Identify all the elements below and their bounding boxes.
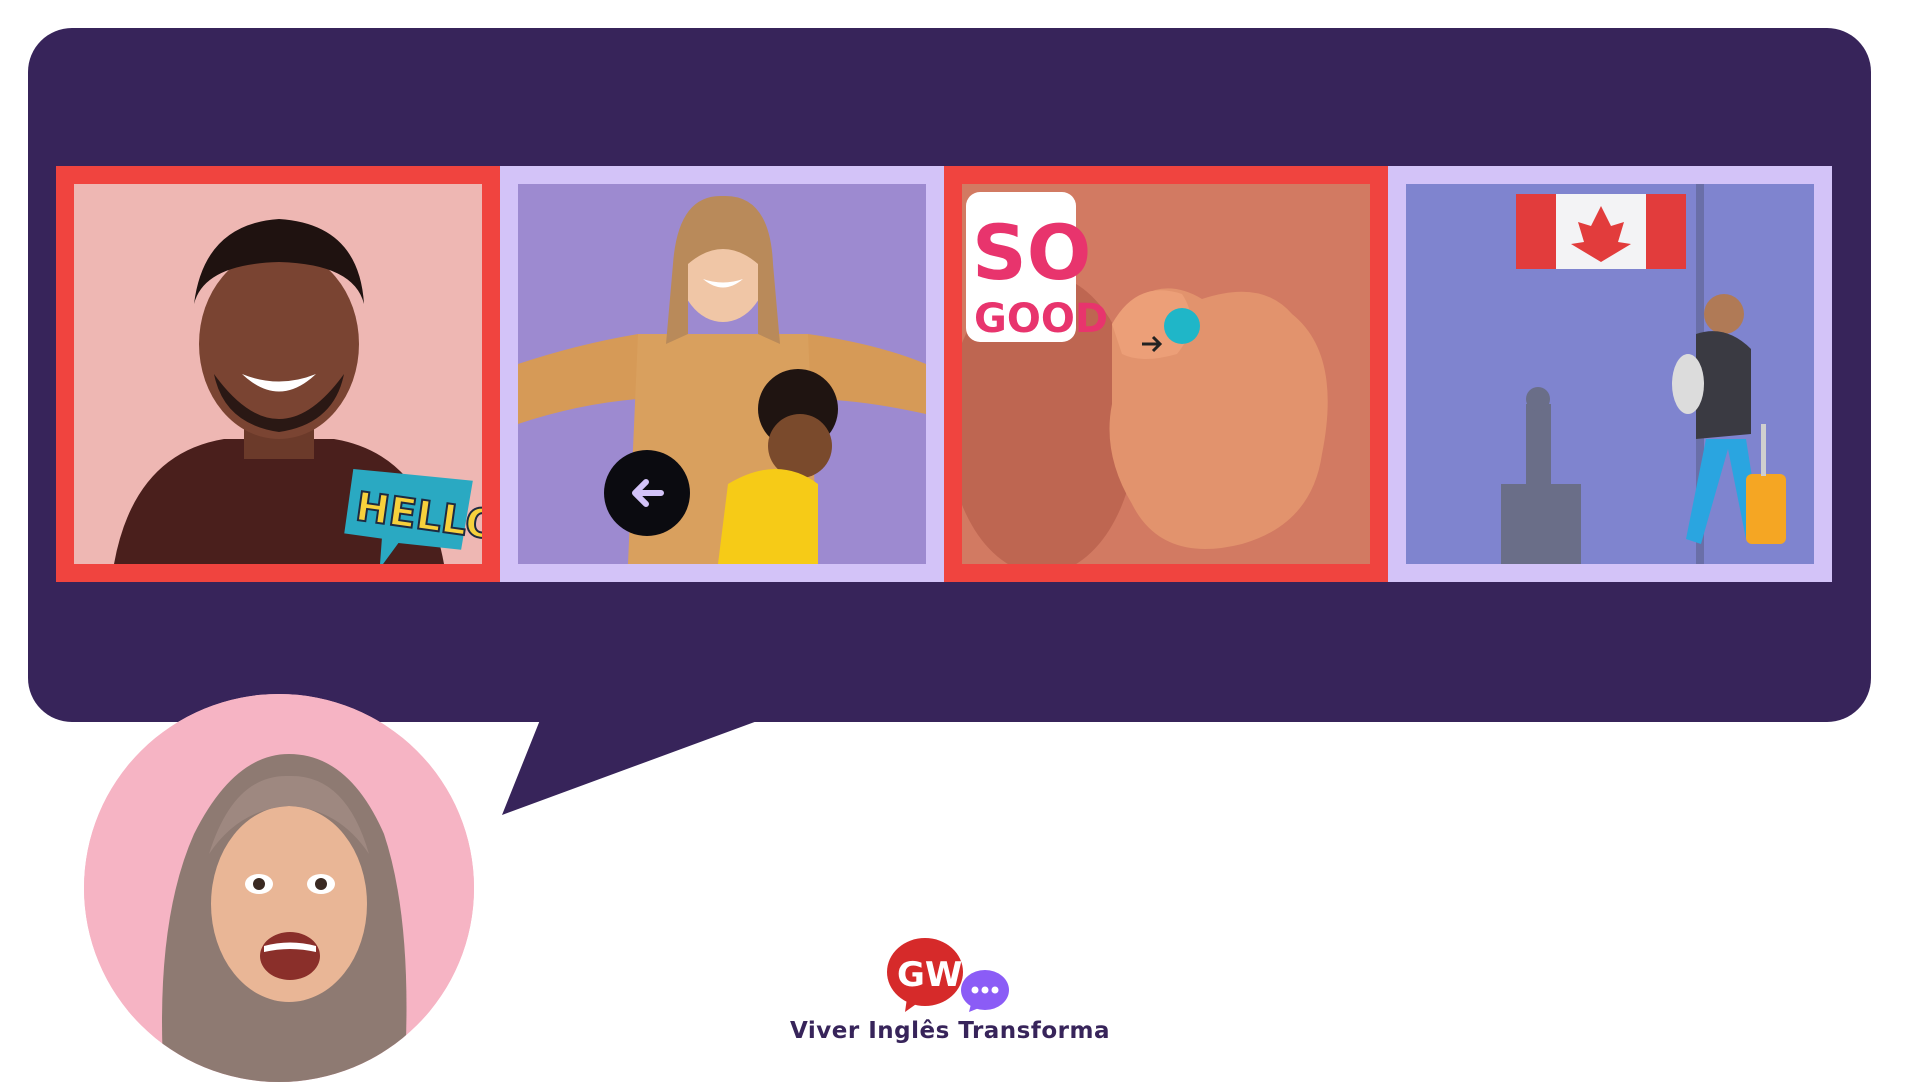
excited-woman-photo — [84, 694, 474, 1082]
carousel-card-travel-canada[interactable] — [1388, 166, 1832, 582]
carousel-card-hello[interactable]: HELLO — [56, 166, 500, 582]
pointing-hand-photo: SO GOOD — [962, 184, 1370, 564]
canada-flag-icon — [1516, 194, 1686, 269]
svg-text:GOOD: GOOD — [974, 296, 1108, 342]
brand-caption: Viver Inglês Transforma — [789, 1018, 1111, 1044]
avatar — [84, 694, 474, 1082]
woman-open-arms-photo — [518, 184, 926, 564]
canada-traveller-photo — [1406, 184, 1814, 564]
so-good-sticker: SO GOOD — [966, 192, 1108, 342]
brand-logo: GW — [887, 938, 1009, 1012]
svg-text:SO: SO — [972, 208, 1091, 297]
logo-text: GW — [897, 955, 962, 995]
smiling-man-photo: HELLO — [74, 184, 482, 564]
back-arrow-button[interactable] — [604, 450, 690, 536]
carousel-card-so-good[interactable]: SO GOOD — [944, 166, 1388, 582]
arrow-left-icon — [632, 479, 664, 507]
carousel-card-welcome[interactable] — [500, 166, 944, 582]
